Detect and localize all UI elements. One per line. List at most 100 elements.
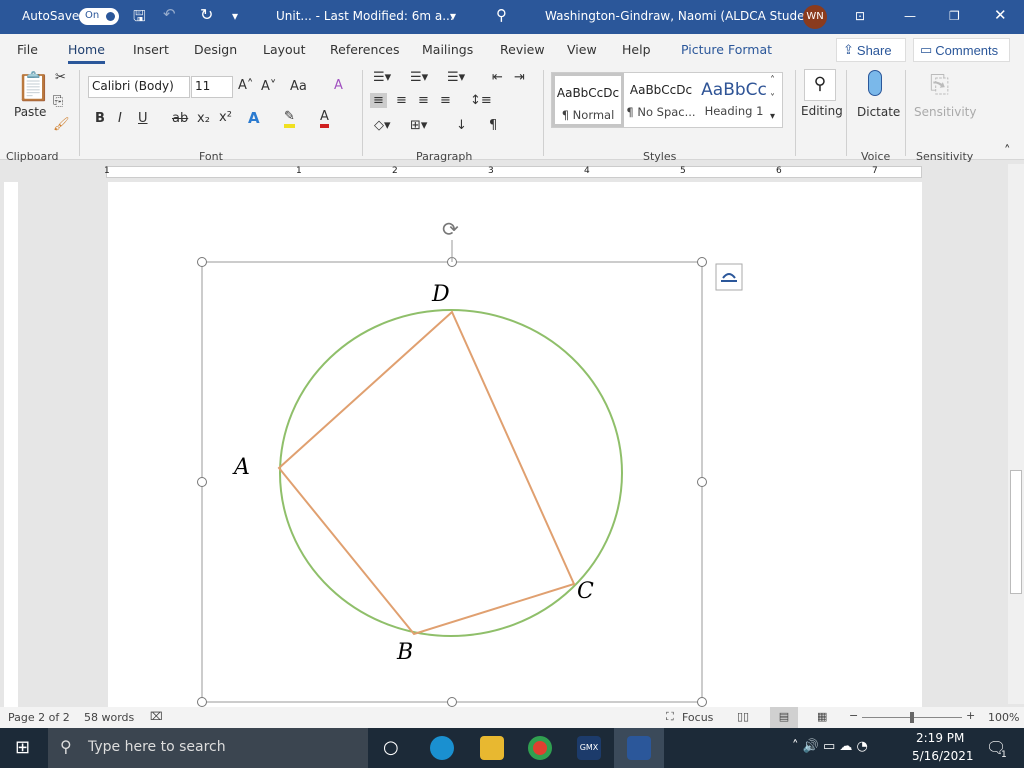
- cut-icon[interactable]: ✂: [55, 70, 66, 85]
- strikethrough-icon[interactable]: ab: [172, 111, 188, 126]
- avatar[interactable]: WN: [803, 5, 827, 29]
- change-case-button[interactable]: Aa: [290, 79, 307, 94]
- title-dropdown-icon[interactable]: ▾: [450, 9, 456, 23]
- print-layout-icon[interactable]: ▤: [770, 707, 798, 728]
- close-icon[interactable]: ✕: [994, 6, 1007, 24]
- zoom-out-icon[interactable]: −: [849, 709, 858, 722]
- search-icon[interactable]: ⚲: [496, 6, 507, 24]
- restore-icon[interactable]: ❐: [949, 9, 960, 23]
- microphone-icon[interactable]: [868, 70, 882, 96]
- underline-icon[interactable]: U: [138, 111, 148, 126]
- clock-time[interactable]: 2:19 PM: [916, 731, 964, 745]
- paste-button[interactable]: Paste: [14, 105, 46, 119]
- clock-date[interactable]: 5/16/2021: [912, 749, 974, 763]
- multilevel-list-icon[interactable]: ☰▾: [447, 70, 465, 85]
- borders-icon[interactable]: ⊞▾: [410, 118, 427, 133]
- undo-icon[interactable]: ↶: [163, 5, 176, 23]
- align-left-icon[interactable]: ≡: [370, 93, 387, 108]
- show-formatting-icon[interactable]: ¶: [489, 118, 497, 133]
- line-spacing-icon[interactable]: ↕≡: [470, 93, 492, 108]
- focus-icon[interactable]: ⛶: [666, 710, 674, 724]
- shading-icon[interactable]: ◇▾: [374, 118, 391, 133]
- proofing-icon[interactable]: ⌧: [150, 710, 163, 723]
- document-title[interactable]: Unit... - Last Modified: 6m a...: [276, 9, 454, 23]
- tab-insert[interactable]: Insert: [133, 42, 169, 57]
- vertical-scrollbar[interactable]: [1008, 164, 1024, 704]
- redo-icon[interactable]: ↻: [200, 5, 213, 24]
- ribbon-display-icon[interactable]: ⊡: [855, 9, 865, 23]
- styles-scroll-up-icon[interactable]: ˄: [770, 75, 775, 86]
- chrome-icon[interactable]: [528, 736, 552, 760]
- style-normal[interactable]: AaBbCcDc ¶ Normal: [552, 73, 624, 127]
- zoom-in-icon[interactable]: +: [966, 709, 975, 722]
- bold-icon[interactable]: B: [95, 111, 105, 126]
- web-layout-icon[interactable]: ▦: [817, 710, 827, 723]
- highlight-icon[interactable]: ✎: [284, 109, 295, 128]
- copy-icon[interactable]: ⎘: [53, 94, 63, 109]
- document-page[interactable]: [108, 182, 922, 708]
- horizontal-ruler[interactable]: 1 1 2 3 4 5 6 7: [0, 162, 1024, 182]
- italic-icon[interactable]: I: [118, 111, 122, 126]
- customize-qat-icon[interactable]: ▾: [232, 9, 238, 23]
- focus-button[interactable]: Focus: [682, 711, 713, 724]
- comments-button[interactable]: ▭ Comments: [913, 38, 1010, 62]
- justify-icon[interactable]: ≡: [440, 93, 451, 108]
- tab-mailings[interactable]: Mailings: [422, 42, 473, 57]
- divider: [905, 70, 906, 156]
- tab-view[interactable]: View: [567, 42, 597, 57]
- page-count[interactable]: Page 2 of 2: [8, 711, 70, 724]
- file-explorer-icon[interactable]: [480, 736, 504, 760]
- share-button[interactable]: ⇪ Share: [836, 38, 906, 62]
- autosave-toggle[interactable]: On: [79, 8, 119, 25]
- shrink-font-icon[interactable]: A˅: [261, 79, 276, 94]
- grow-font-icon[interactable]: A˄: [238, 78, 253, 93]
- superscript-icon[interactable]: x²: [219, 110, 232, 125]
- font-name-select[interactable]: Calibri (Body): [88, 76, 190, 98]
- windows-start-icon[interactable]: ⊞: [15, 737, 30, 758]
- subscript-icon[interactable]: x₂: [197, 111, 210, 126]
- minimize-icon[interactable]: —: [904, 9, 916, 23]
- edge-icon[interactable]: [430, 736, 454, 760]
- cortana-icon[interactable]: ○: [383, 737, 399, 758]
- gmx-icon[interactable]: GMX: [577, 736, 601, 760]
- increase-indent-icon[interactable]: ⇥: [514, 70, 525, 85]
- align-right-icon[interactable]: ≡: [418, 93, 429, 108]
- font-size-select[interactable]: 11: [191, 76, 233, 98]
- tab-references[interactable]: References: [330, 42, 399, 57]
- taskbar-search[interactable]: Type here to search: [48, 728, 368, 768]
- system-tray-icons[interactable]: ˄ 🔊 ▭ ☁ ◔: [792, 739, 868, 754]
- word-count[interactable]: 58 words: [84, 711, 134, 724]
- tab-picture-format[interactable]: Picture Format: [681, 42, 772, 57]
- collapse-ribbon-icon[interactable]: ˄: [1004, 144, 1011, 159]
- sort-icon[interactable]: ↓: [456, 118, 467, 133]
- decrease-indent-icon[interactable]: ⇤: [492, 70, 503, 85]
- bullets-icon[interactable]: ☰▾: [373, 70, 391, 85]
- read-mode-icon[interactable]: ▯▯: [737, 710, 749, 723]
- zoom-slider-thumb[interactable]: [910, 712, 914, 723]
- tab-layout[interactable]: Layout: [263, 42, 306, 57]
- styles-scroll-down-icon[interactable]: ˅: [770, 93, 775, 104]
- vertical-ruler[interactable]: [4, 182, 18, 708]
- zoom-level[interactable]: 100%: [988, 711, 1019, 724]
- text-effects-icon[interactable]: A: [248, 109, 260, 127]
- clear-formatting-icon[interactable]: A: [334, 78, 343, 93]
- paste-icon[interactable]: 📋: [16, 70, 51, 103]
- scrollbar-thumb[interactable]: [1010, 470, 1022, 594]
- font-color-icon[interactable]: A: [320, 109, 329, 128]
- style-no-spacing[interactable]: AaBbCcDc ¶ No Spac...: [625, 73, 697, 127]
- tab-file[interactable]: File: [17, 42, 38, 57]
- tab-review[interactable]: Review: [500, 42, 545, 57]
- find-icon[interactable]: ⚲: [804, 69, 836, 101]
- dictate-button[interactable]: Dictate: [857, 105, 900, 119]
- word-taskbar-button[interactable]: [614, 728, 664, 768]
- tab-home[interactable]: Home: [68, 42, 105, 64]
- tab-help[interactable]: Help: [622, 42, 651, 57]
- editing-button[interactable]: Editing: [801, 104, 843, 118]
- style-heading-1[interactable]: AaBbCc Heading 1: [698, 73, 770, 127]
- center-icon[interactable]: ≡: [396, 93, 407, 108]
- styles-more-icon[interactable]: ▾: [770, 111, 775, 122]
- tab-design[interactable]: Design: [194, 42, 237, 57]
- numbering-icon[interactable]: ☰▾: [410, 70, 428, 85]
- format-painter-icon[interactable]: 🖌: [53, 117, 70, 132]
- save-icon[interactable]: 🖫: [133, 6, 146, 31]
